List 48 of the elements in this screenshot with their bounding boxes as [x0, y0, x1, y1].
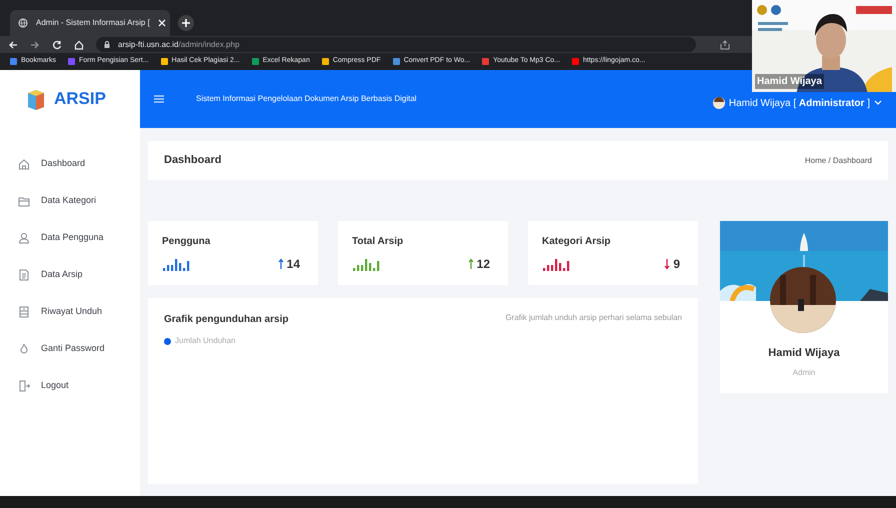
- folder-icon: [18, 195, 30, 207]
- profile-role: Admin: [792, 366, 816, 378]
- chart-title: Grafik pengunduhan arsip: [164, 313, 288, 327]
- reload-icon[interactable]: [52, 40, 62, 50]
- lock-icon: [104, 41, 110, 48]
- stat-label: Kategori Arsip: [542, 235, 612, 249]
- cabinet-icon: [18, 306, 30, 318]
- sidebar-item[interactable]: Riwayat Unduh: [18, 304, 140, 320]
- home-icon: [18, 158, 30, 170]
- archive-logo-icon: [26, 88, 46, 110]
- globe-icon: [18, 18, 28, 28]
- app-title: Sistem Informasi Pengelolaan Dokumen Arsip Berbasis Digital: [196, 93, 417, 105]
- document-icon: [18, 269, 30, 281]
- sidebar-item[interactable]: Ganti Password: [18, 341, 140, 357]
- profile-name: Hamid Wijaya: [768, 346, 840, 361]
- home-icon[interactable]: [74, 40, 84, 50]
- user-menu[interactable]: Hamid Wijaya [ Administrator ]: [712, 96, 882, 110]
- stat-value: 14: [286, 256, 300, 273]
- chart-subtitle: Grafik jumlah unduh arsip perhari selama sebulan: [505, 312, 682, 324]
- close-icon[interactable]: [158, 19, 166, 27]
- user-icon: [18, 232, 30, 244]
- arrow-down-icon: [663, 258, 672, 270]
- share-icon[interactable]: [720, 40, 730, 50]
- stat-label: Pengguna: [162, 235, 212, 249]
- stat-label: Total Arsip: [352, 235, 404, 249]
- back-icon[interactable]: [8, 40, 18, 50]
- avatar-icon: [712, 97, 725, 109]
- logo-panel: ARSIP: [0, 70, 140, 128]
- arrow-up-icon: [276, 258, 285, 270]
- door-icon: [18, 380, 30, 392]
- breadcrumb[interactable]: Home / Dashboard: [804, 154, 872, 166]
- forward-icon[interactable]: [30, 40, 40, 50]
- participant-name: Hamid Wijaya: [755, 74, 824, 89]
- legend-label: Jumlah Unduhan: [175, 335, 236, 347]
- sidebar-item[interactable]: Data Arsip: [18, 267, 140, 283]
- menu-icon[interactable]: [154, 95, 164, 103]
- arrow-up-icon: [466, 258, 475, 270]
- page-title: Dashboard: [164, 153, 222, 168]
- stat-value: 12: [476, 256, 490, 273]
- address-bar[interactable]: arsip-fti.usn.ac.id/admin/index.php: [96, 37, 696, 52]
- chevron-down-icon: [874, 100, 882, 106]
- sidebar-item[interactable]: Logout: [18, 378, 140, 394]
- sidebar-item[interactable]: Data Kategori: [18, 193, 140, 209]
- stat-value: 9: [673, 256, 680, 273]
- new-tab-button[interactable]: [178, 15, 194, 31]
- browser-tab[interactable]: Admin - Sistem Informasi Arsip [: [10, 10, 170, 36]
- sidebar-item[interactable]: Data Pengguna: [18, 230, 140, 246]
- sidebar-item[interactable]: Dashboard: [18, 156, 140, 172]
